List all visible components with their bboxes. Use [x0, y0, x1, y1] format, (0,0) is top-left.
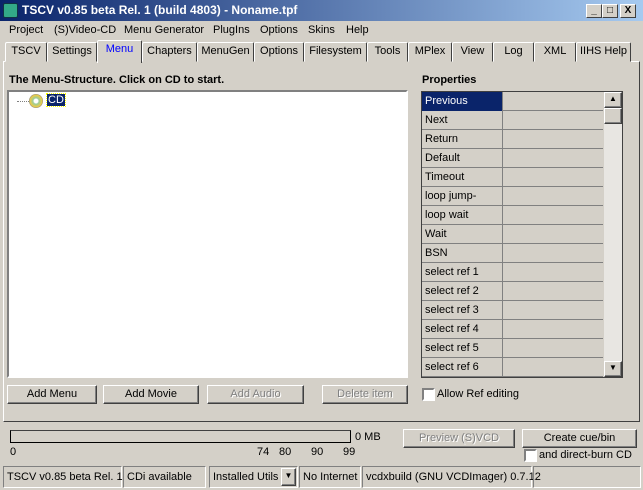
tab-tscv[interactable]: TSCV — [5, 42, 47, 62]
tab-mplex[interactable]: MPlex — [408, 42, 452, 62]
add-menu-button[interactable]: Add Menu — [7, 385, 97, 404]
property-row[interactable]: Next — [422, 111, 603, 130]
property-row[interactable]: loop jump-timing — [422, 187, 603, 220]
property-row[interactable]: select ref 5 — [422, 339, 603, 358]
property-row[interactable]: Previous — [422, 92, 603, 111]
property-name: select ref 3 — [422, 301, 503, 320]
status-cdi: CDi available — [123, 466, 206, 488]
property-row[interactable]: BSN — [422, 244, 603, 263]
menu-plugins[interactable]: PlugIns — [213, 24, 250, 36]
property-row[interactable]: select ref 3 — [422, 301, 603, 320]
menu-options[interactable]: Options — [260, 24, 298, 36]
property-name: BSN — [422, 244, 503, 263]
scale-80: 80 — [279, 446, 292, 458]
size-label: 0 MB — [355, 431, 381, 443]
add-audio-button[interactable]: Add Audio — [207, 385, 304, 404]
property-name: select ref 5 — [422, 339, 503, 358]
property-row[interactable]: select ref 2 — [422, 282, 603, 301]
property-name: Return — [422, 130, 503, 149]
tab-filesystem[interactable]: Filesystem — [304, 42, 367, 62]
scroll-up-icon[interactable]: ▲ — [604, 92, 622, 108]
properties-label: Properties — [422, 74, 477, 86]
property-name: loop wait — [422, 206, 503, 225]
menu-tree[interactable]: CD — [7, 90, 408, 378]
property-name: Previous — [422, 92, 503, 111]
dropdown-arrow-icon[interactable]: ▼ — [281, 468, 296, 486]
maximize-button[interactable]: □ — [602, 4, 618, 18]
menu-help[interactable]: Help — [346, 24, 369, 36]
add-movie-button[interactable]: Add Movie — [103, 385, 199, 404]
cd-icon — [29, 94, 43, 108]
property-name: select ref 4 — [422, 320, 503, 339]
installed-utils-value: Installed Utils — [213, 471, 279, 483]
menu-structure-label: The Menu-Structure. Click on CD to start… — [9, 74, 225, 86]
property-row[interactable]: Default — [422, 149, 603, 168]
property-row[interactable]: Return — [422, 130, 603, 149]
property-row[interactable]: select ref 1 — [422, 263, 603, 282]
direct-burn-label: and direct-burn CD — [539, 449, 632, 461]
tab-options[interactable]: Options — [254, 42, 304, 62]
scale-74: 74 — [257, 446, 270, 458]
property-row[interactable]: loop wait — [422, 206, 603, 225]
property-row[interactable]: select ref 4 — [422, 320, 603, 339]
property-name: select ref 1 — [422, 263, 503, 282]
tab-settings[interactable]: Settings — [47, 42, 97, 62]
property-row[interactable]: Wait — [422, 225, 603, 244]
tab-xml[interactable]: XML — [534, 42, 576, 62]
tab-menu[interactable]: Menu — [97, 40, 142, 63]
tab-chapters[interactable]: Chapters — [142, 42, 197, 62]
tab-tools[interactable]: Tools — [367, 42, 408, 62]
close-button[interactable]: X — [620, 4, 636, 18]
property-name: Next — [422, 111, 503, 130]
scroll-down-icon[interactable]: ▼ — [604, 361, 622, 377]
tab-menugen[interactable]: MenuGen — [197, 42, 254, 62]
menu-menu-generator[interactable]: Menu Generator — [124, 24, 204, 36]
scale-99: 99 — [343, 446, 356, 458]
direct-burn-checkbox[interactable] — [524, 449, 537, 462]
property-name: select ref 6 — [422, 358, 503, 377]
create-cue-bin-button[interactable]: Create cue/bin — [522, 429, 637, 448]
properties-grid[interactable]: Previous Next Return Default Timeout loop jum… — [421, 91, 623, 378]
tab-iihs-help[interactable]: IIHS Help — [576, 42, 631, 62]
app-icon — [3, 3, 18, 18]
allow-ref-editing-checkbox[interactable] — [422, 388, 435, 401]
property-name: Timeout — [422, 168, 503, 187]
property-name: loop jump-timing — [422, 187, 503, 220]
status-internet: No Internet — [299, 466, 361, 488]
property-row[interactable]: select ref 6 — [422, 358, 603, 377]
installed-utils-dropdown[interactable]: Installed Utils ▼ — [209, 466, 298, 488]
tree-node-cd[interactable]: CD — [46, 93, 66, 107]
property-row[interactable]: Timeout — [422, 168, 603, 187]
title-bar: TSCV v0.85 beta Rel. 1 (build 4803) - No… — [0, 0, 643, 21]
property-name: select ref 2 — [422, 282, 503, 301]
menu-skins[interactable]: Skins — [308, 24, 335, 36]
menu-project[interactable]: Project — [9, 24, 43, 36]
property-name: Wait — [422, 225, 503, 244]
allow-ref-editing-label: Allow Ref editing — [437, 388, 519, 400]
properties-scrollbar[interactable]: ▲ ▼ — [604, 92, 622, 377]
delete-item-button[interactable]: Delete item — [322, 385, 408, 404]
preview-svcd-button[interactable]: Preview (S)VCD — [403, 429, 515, 448]
menu-svideo-cd[interactable]: (S)Video-CD — [54, 24, 116, 36]
scroll-thumb[interactable] — [604, 108, 622, 124]
property-name: Default — [422, 149, 503, 168]
size-progress-bar — [10, 430, 351, 443]
scale-90: 90 — [311, 446, 324, 458]
status-version: TSCV v0.85 beta Rel. 1 — [3, 466, 123, 488]
tab-log[interactable]: Log — [493, 42, 534, 62]
status-empty — [533, 466, 641, 488]
status-vcdx: vcdxbuild (GNU VCDImager) 0.7.12 — [362, 466, 541, 488]
tab-view[interactable]: View — [452, 42, 493, 62]
scale-0: 0 — [10, 446, 17, 458]
minimize-button[interactable]: _ — [586, 4, 602, 18]
